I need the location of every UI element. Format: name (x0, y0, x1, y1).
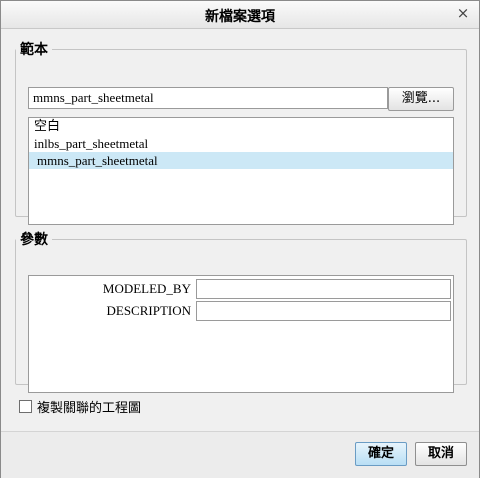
dialog-title: 新檔案選項 (205, 9, 275, 25)
ok-button[interactable]: 確定 (355, 442, 407, 466)
title-bar: 新檔案選項 × (1, 1, 479, 29)
parameters-group: 參數 MODELED_BY DESCRIPTION (15, 229, 467, 393)
browse-button[interactable]: 瀏覽... (388, 87, 454, 111)
new-file-options-dialog: 新檔案選項 × 範本 mmns_part_sheetmetal 瀏覽... 空白… (0, 0, 480, 478)
copy-drawings-checkbox[interactable] (19, 400, 32, 413)
list-item[interactable]: inlbs_part_sheetmetal (29, 135, 453, 152)
parameter-row: DESCRIPTION (29, 300, 453, 322)
parameter-label: DESCRIPTION (106, 303, 191, 318)
template-legend: 範本 (20, 42, 48, 58)
parameter-row: MODELED_BY (29, 278, 453, 300)
copy-drawings-label: 複製關聯的工程圖 (37, 401, 142, 416)
template-list[interactable]: 空白 inlbs_part_sheetmetal mmns_part_sheet… (28, 117, 454, 225)
parameters-table: MODELED_BY DESCRIPTION (28, 275, 454, 393)
list-item[interactable]: 空白 (29, 118, 453, 135)
parameter-label: MODELED_BY (102, 281, 191, 296)
template-group: 範本 mmns_part_sheetmetal 瀏覽... 空白 inlbs_p… (15, 39, 467, 225)
description-field[interactable] (196, 301, 451, 321)
cancel-button[interactable]: 取消 (415, 442, 467, 466)
modeled-by-field[interactable] (196, 279, 451, 299)
list-item-selected[interactable]: mmns_part_sheetmetal (29, 152, 453, 169)
template-input[interactable]: mmns_part_sheetmetal (28, 87, 388, 109)
dialog-footer: 確定 取消 (1, 431, 479, 478)
parameters-legend: 參數 (20, 232, 48, 248)
close-icon[interactable]: × (455, 5, 471, 21)
